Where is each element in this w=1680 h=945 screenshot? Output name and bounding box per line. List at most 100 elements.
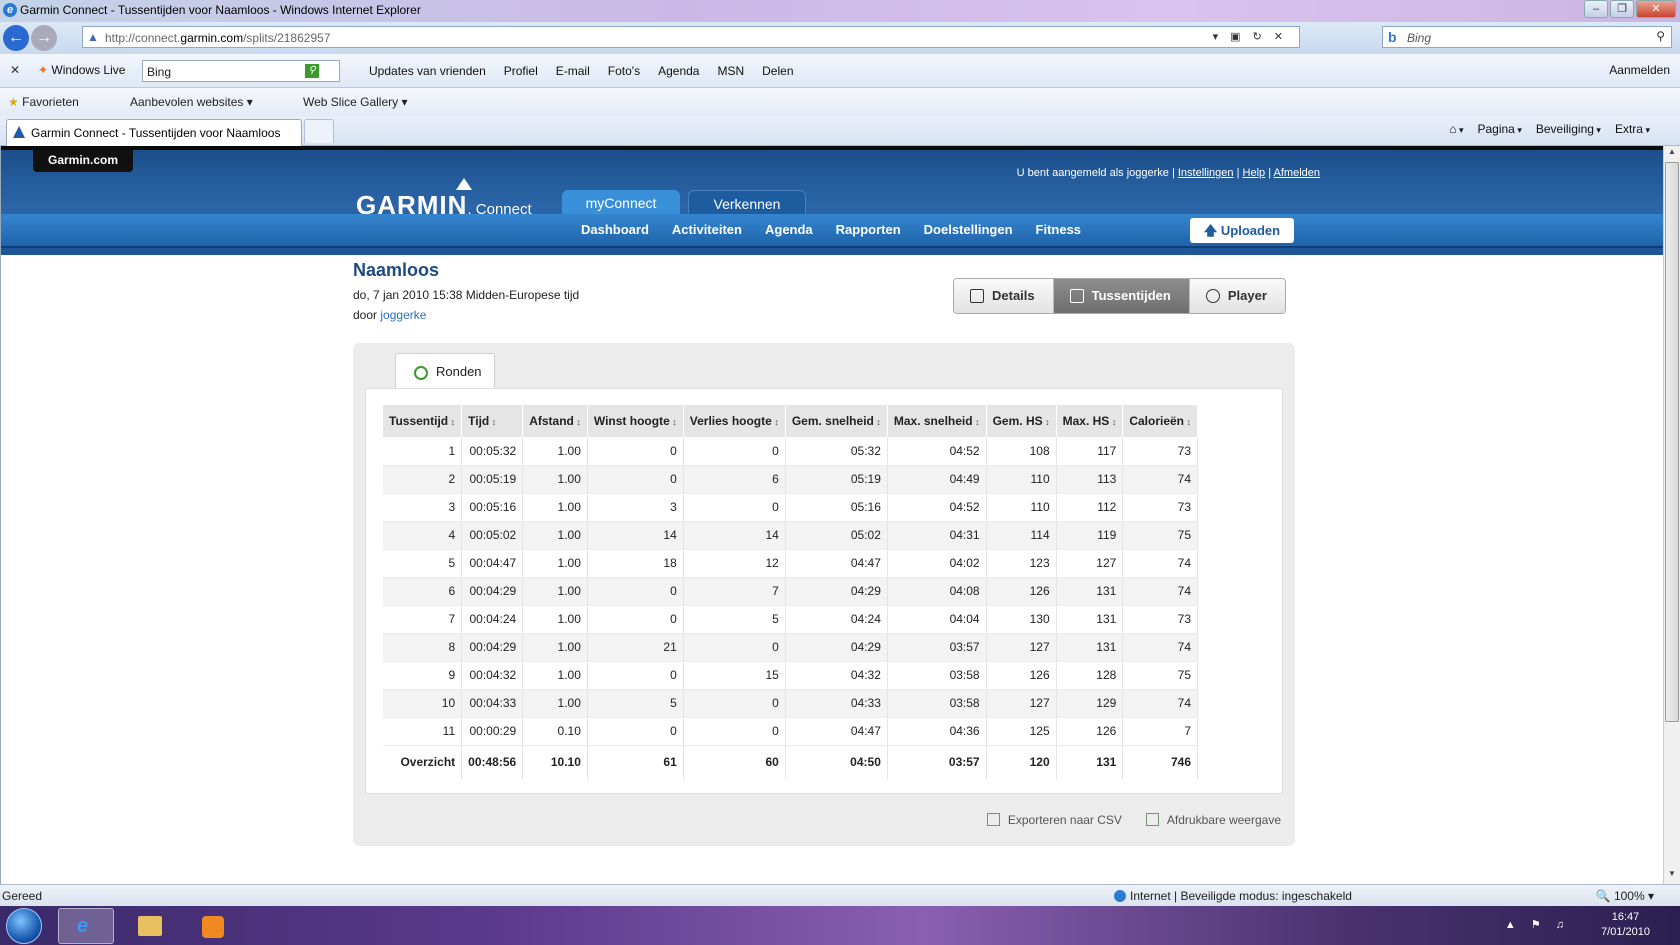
garmin-header: Garmin.com GARMIN. Connect U bent aangem…	[1, 146, 1663, 255]
vertical-scrollbar[interactable]: ▲ ▼	[1663, 146, 1680, 884]
summary-cell: 746	[1122, 745, 1199, 779]
column-header[interactable]: Max. snelheid	[887, 405, 987, 437]
address-actions[interactable]: ▾▣↻✕	[1213, 30, 1295, 43]
garmin-favicon-icon	[13, 126, 25, 138]
column-header[interactable]: Afstand	[522, 405, 588, 437]
print-view-link[interactable]: Afdrukbare weergave	[1145, 813, 1281, 827]
table-cell: 1.00	[522, 465, 588, 494]
view-tab-player[interactable]: Player	[1189, 279, 1285, 313]
scroll-up-icon[interactable]: ▲	[1664, 147, 1680, 161]
fav-suggested-sites[interactable]: Aanbevolen websites ▾	[130, 95, 253, 109]
live-menu-email[interactable]: E-mail	[556, 64, 590, 78]
favorites-bar: ★ Favorieten Aanbevolen websites ▾ Web S…	[0, 88, 1680, 116]
nav-activities[interactable]: Activiteiten	[672, 222, 742, 237]
table-cell: 04:29	[785, 633, 888, 662]
table-cell: 8	[383, 633, 463, 662]
globe-icon	[1114, 890, 1126, 902]
table-cell: 127	[986, 633, 1057, 662]
column-header[interactable]: Tijd	[461, 405, 524, 437]
table-cell: 00:05:02	[461, 521, 524, 550]
table-cell: 74	[1122, 577, 1199, 606]
column-header[interactable]: Winst hoogte	[587, 405, 684, 437]
live-menu-calendar[interactable]: Agenda	[658, 64, 699, 78]
view-tab-splits[interactable]: Tussentijden	[1053, 279, 1190, 313]
column-header[interactable]: Tussentijd	[383, 405, 463, 437]
maximize-button[interactable]: ❐	[1610, 0, 1634, 18]
live-menu-msn[interactable]: MSN	[717, 64, 744, 78]
help-link[interactable]: Help	[1243, 167, 1266, 179]
table-cell: 0	[587, 717, 684, 746]
new-tab-button[interactable]	[304, 119, 334, 143]
table-cell: 6	[383, 577, 463, 606]
cmd-tools[interactable]: Extra	[1615, 122, 1650, 136]
column-header[interactable]: Verlies hoogte	[683, 405, 786, 437]
back-button[interactable]: ←	[3, 25, 29, 51]
nav-reports[interactable]: Rapporten	[836, 222, 901, 237]
live-search-input[interactable]: Bing ⚲	[142, 60, 340, 82]
scroll-down-icon[interactable]: ▼	[1664, 869, 1680, 883]
windows-live-brand[interactable]: ✦ Windows Live	[38, 63, 125, 77]
tab-laps[interactable]: Ronden	[395, 353, 495, 389]
table-cell: 00:05:19	[461, 465, 524, 494]
table-cell: 113	[1056, 465, 1124, 494]
ie-icon: e	[3, 3, 17, 17]
home-icon[interactable]: ⌂	[1449, 122, 1463, 136]
owner-link[interactable]: joggerke	[380, 308, 426, 322]
live-menu-share[interactable]: Delen	[762, 64, 793, 78]
browser-tab[interactable]: Garmin Connect - Tussentijden voor Naaml…	[6, 119, 302, 146]
tab-myconnect[interactable]: myConnect	[562, 190, 680, 217]
column-header[interactable]: Gem. HS	[986, 405, 1057, 437]
column-header[interactable]: Calorieën	[1122, 405, 1199, 437]
address-bar[interactable]: ▲ http://connect.garmin.com/splits/21862…	[82, 26, 1300, 48]
favorites-button[interactable]: ★ Favorieten	[8, 95, 79, 109]
nav-calendar[interactable]: Agenda	[765, 222, 813, 237]
fav-web-slice-gallery[interactable]: Web Slice Gallery ▾	[303, 95, 408, 109]
nav-goals[interactable]: Doelstellingen	[924, 222, 1013, 237]
table-cell: 119	[1056, 521, 1124, 550]
cmd-page[interactable]: Pagina	[1477, 122, 1521, 136]
table-cell: 0	[683, 633, 786, 662]
logout-link[interactable]: Afmelden	[1274, 167, 1320, 179]
table-cell: 4	[383, 521, 463, 550]
close-toolbar-icon[interactable]: ✕	[10, 63, 20, 77]
table-icon	[1069, 289, 1084, 303]
summary-cell: 61	[587, 745, 684, 779]
forward-button[interactable]: →	[31, 25, 57, 51]
taskbar-ie[interactable]: e	[58, 908, 114, 944]
nav-fitness[interactable]: Fitness	[1036, 222, 1082, 237]
search-icon[interactable]: ⚲	[1656, 29, 1665, 43]
start-button[interactable]	[6, 908, 42, 944]
security-zone[interactable]: Internet | Beveiligde modus: ingeschakel…	[1114, 889, 1352, 903]
system-tray[interactable]: ▲ ⚑ ♫	[1505, 918, 1570, 931]
search-box[interactable]: b Bing ⚲	[1382, 26, 1672, 48]
nav-dashboard[interactable]: Dashboard	[581, 222, 649, 237]
table-cell: 04:02	[887, 549, 987, 578]
live-menu-photos[interactable]: Foto's	[608, 64, 640, 78]
taskbar-clock[interactable]: 16:47 7/01/2010	[1601, 910, 1650, 940]
signin-link[interactable]: Aanmelden	[1609, 63, 1670, 77]
column-header[interactable]: Max. HS	[1056, 405, 1124, 437]
taskbar-explorer[interactable]	[120, 908, 176, 944]
minimize-button[interactable]: –	[1584, 0, 1608, 18]
garmin-com-link[interactable]: Garmin.com	[33, 150, 133, 172]
export-csv-link[interactable]: Exporteren naar CSV	[986, 813, 1122, 827]
close-window-button[interactable]: ✕	[1636, 0, 1676, 18]
window-title: Garmin Connect - Tussentijden voor Naaml…	[20, 3, 421, 17]
page-icon: ▲	[87, 30, 99, 44]
zoom-level[interactable]: 🔍 100% ▾	[1596, 889, 1654, 903]
scroll-thumb[interactable]	[1665, 162, 1679, 722]
table-cell: 0.10	[522, 717, 588, 746]
table-cell: 3	[587, 493, 684, 522]
settings-link[interactable]: Instellingen	[1178, 167, 1234, 179]
live-search-go-icon[interactable]: ⚲	[305, 64, 319, 78]
cmd-security[interactable]: Beveiliging	[1536, 122, 1601, 136]
table-row: 10 00:04:33 1.00 5 0 04:33 03:58 127 129 74	[383, 689, 1199, 718]
view-tab-details[interactable]: Details	[954, 279, 1054, 313]
table-cell: 117	[1056, 437, 1124, 466]
tab-explore[interactable]: Verkennen	[688, 190, 806, 217]
column-header[interactable]: Gem. snelheid	[785, 405, 888, 437]
live-menu-profile[interactable]: Profiel	[504, 64, 538, 78]
live-menu-updates[interactable]: Updates van vrienden	[369, 64, 486, 78]
taskbar-media-player[interactable]	[184, 908, 240, 944]
upload-button[interactable]: 🡅 Uploaden	[1190, 218, 1294, 243]
